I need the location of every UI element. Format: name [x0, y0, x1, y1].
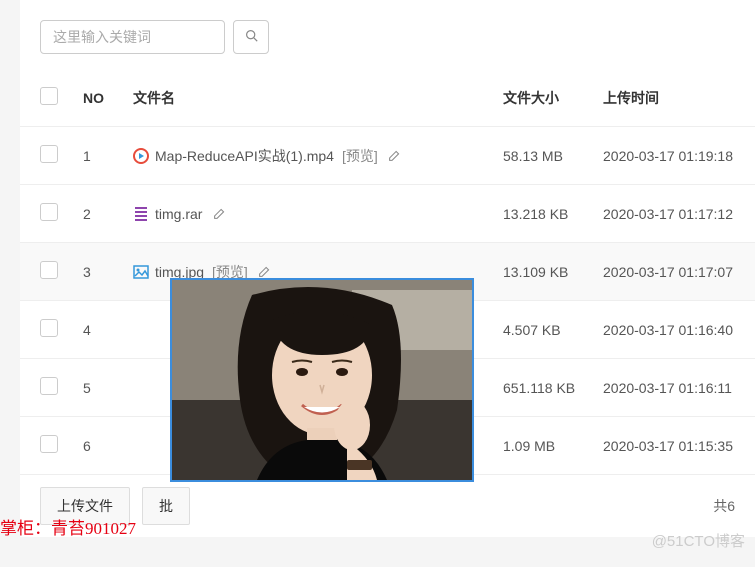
- row-no: 5: [75, 359, 125, 417]
- upload-time: 2020-03-17 01:17:07: [595, 243, 755, 301]
- row-no: 3: [75, 243, 125, 301]
- file-size: 13.218 KB: [495, 185, 595, 243]
- col-no-header: NO: [75, 69, 125, 127]
- row-checkbox[interactable]: [40, 377, 58, 395]
- file-name[interactable]: timg.rar: [155, 206, 202, 222]
- col-size-header: 文件大小: [495, 69, 595, 127]
- table-row: 2 timg.rar 13.218 KB2020-03-17 01:17:12: [20, 185, 755, 243]
- row-checkbox[interactable]: [40, 203, 58, 221]
- search-button[interactable]: [233, 20, 269, 54]
- file-size: 13.109 KB: [495, 243, 595, 301]
- watermark-author: 掌柜：青苔901027: [0, 514, 136, 539]
- image-preview-popup: [170, 278, 474, 482]
- file-size: 4.507 KB: [495, 301, 595, 359]
- search-row: [20, 0, 755, 69]
- file-name[interactable]: Map-ReduceAPI实战(1).mp4: [155, 146, 334, 166]
- video-file-icon: [133, 148, 149, 164]
- row-no: 1: [75, 127, 125, 185]
- file-size: 1.09 MB: [495, 417, 595, 475]
- upload-time: 2020-03-17 01:19:18: [595, 127, 755, 185]
- search-icon: [245, 29, 258, 45]
- watermark-site: @51CTO博客: [652, 530, 745, 551]
- edit-icon[interactable]: [212, 207, 226, 221]
- edit-icon[interactable]: [388, 149, 402, 163]
- row-checkbox[interactable]: [40, 261, 58, 279]
- row-checkbox[interactable]: [40, 145, 58, 163]
- upload-time: 2020-03-17 01:16:40: [595, 301, 755, 359]
- row-checkbox[interactable]: [40, 319, 58, 337]
- search-input[interactable]: [40, 20, 225, 54]
- upload-time: 2020-03-17 01:15:35: [595, 417, 755, 475]
- preview-link[interactable]: [预览]: [342, 146, 378, 166]
- select-all-checkbox[interactable]: [40, 87, 58, 105]
- preview-image: [172, 280, 472, 480]
- upload-time: 2020-03-17 01:16:11: [595, 359, 755, 417]
- image-file-icon: [133, 264, 149, 280]
- row-no: 2: [75, 185, 125, 243]
- row-checkbox[interactable]: [40, 435, 58, 453]
- rar-file-icon: [133, 206, 149, 222]
- file-size: 58.13 MB: [495, 127, 595, 185]
- total-count: 共6: [713, 496, 735, 516]
- edit-icon[interactable]: [258, 265, 272, 279]
- table-row: 1 Map-ReduceAPI实战(1).mp4 [预览] 58.13 MB2020…: [20, 127, 755, 185]
- batch-button[interactable]: 批: [142, 487, 190, 525]
- col-name-header: 文件名: [125, 69, 495, 127]
- file-size: 651.118 KB: [495, 359, 595, 417]
- row-no: 6: [75, 417, 125, 475]
- row-no: 4: [75, 301, 125, 359]
- upload-time: 2020-03-17 01:17:12: [595, 185, 755, 243]
- col-time-header: 上传时间: [595, 69, 755, 127]
